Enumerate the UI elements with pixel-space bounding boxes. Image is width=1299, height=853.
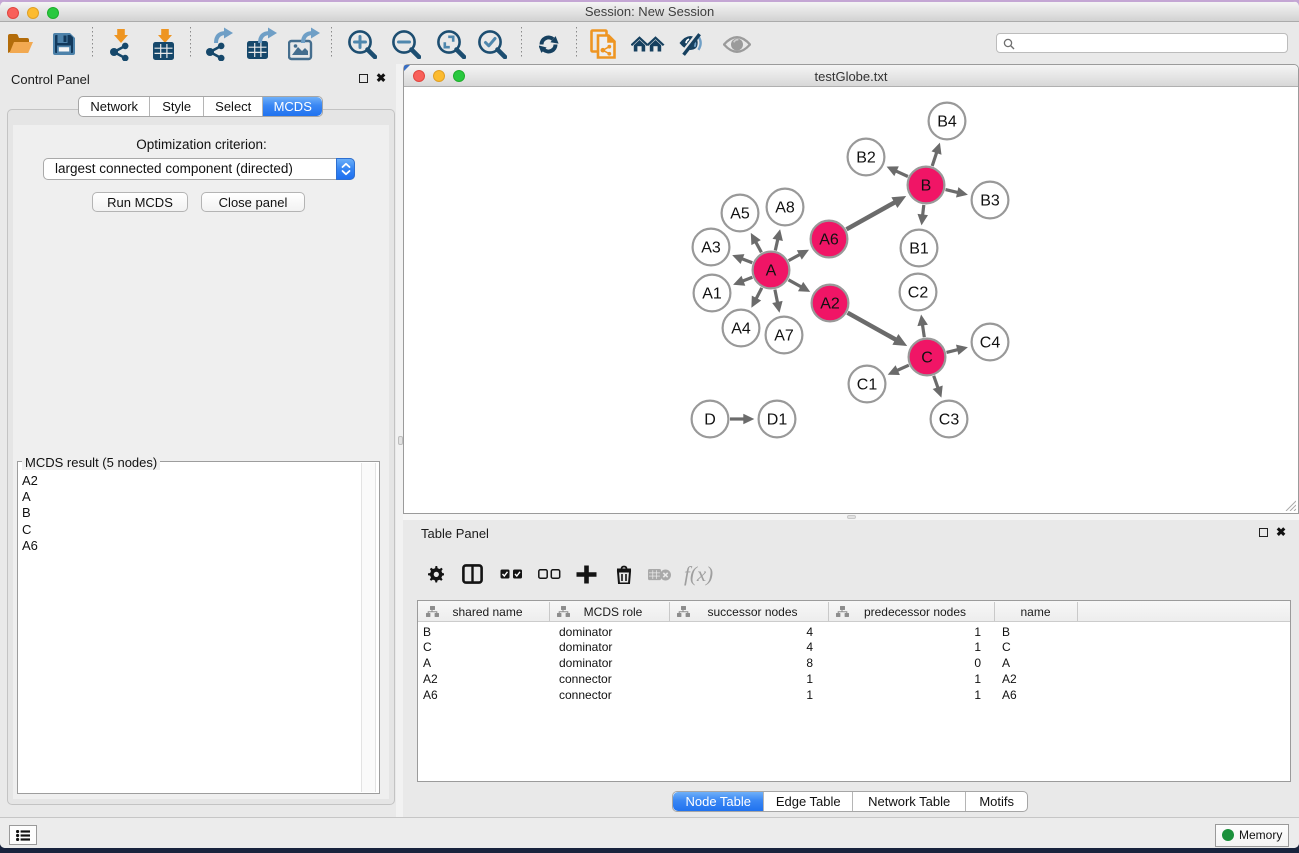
- svg-text:B3: B3: [980, 193, 1000, 210]
- svg-text:A2: A2: [820, 296, 840, 313]
- svg-text:C3: C3: [939, 412, 960, 429]
- svg-text:A: A: [766, 263, 777, 280]
- svg-text:C2: C2: [908, 285, 929, 302]
- svg-text:A5: A5: [730, 206, 750, 223]
- svg-text:D: D: [704, 412, 716, 429]
- svg-text:D1: D1: [767, 412, 788, 429]
- svg-text:A8: A8: [775, 200, 795, 217]
- svg-text:B2: B2: [856, 150, 876, 167]
- svg-text:A1: A1: [702, 286, 722, 303]
- svg-text:A7: A7: [774, 328, 794, 345]
- svg-text:B4: B4: [937, 114, 957, 131]
- svg-text:C1: C1: [857, 377, 878, 394]
- svg-text:C: C: [921, 350, 933, 367]
- svg-text:A4: A4: [731, 321, 751, 338]
- svg-text:A3: A3: [701, 240, 721, 257]
- svg-text:B1: B1: [909, 241, 929, 258]
- svg-text:B: B: [921, 178, 932, 195]
- svg-text:A6: A6: [819, 232, 839, 249]
- svg-text:C4: C4: [980, 335, 1001, 352]
